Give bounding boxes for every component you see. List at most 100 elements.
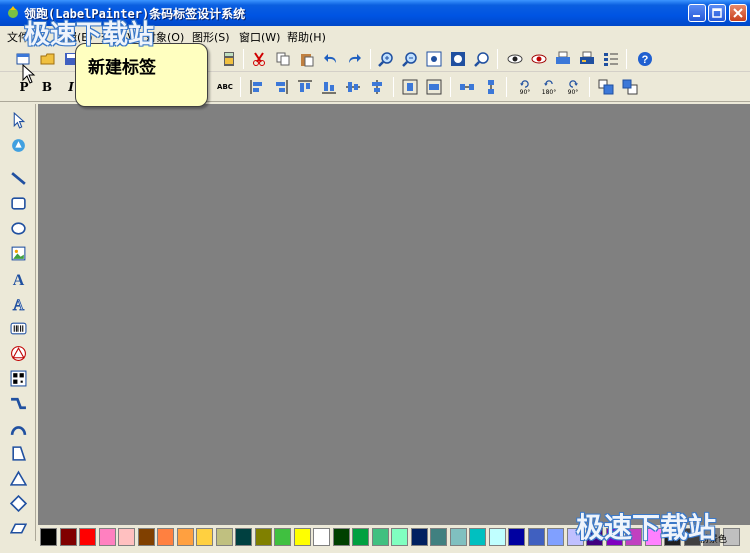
align-left-button[interactable]: [248, 78, 266, 96]
color-swatch[interactable]: [488, 528, 506, 546]
toolbar-separator: [370, 49, 371, 69]
center-vertical-button[interactable]: [425, 78, 443, 96]
undo-button[interactable]: [322, 50, 340, 68]
print-button[interactable]: [554, 50, 572, 68]
align-hcenter-icon: [372, 80, 382, 94]
color-swatch[interactable]: [98, 528, 116, 546]
line-tool[interactable]: [8, 168, 29, 189]
redo-button[interactable]: [345, 50, 363, 68]
menu-window[interactable]: 窗口(W): [235, 27, 284, 45]
bring-front-button[interactable]: [597, 78, 615, 96]
align-top-button[interactable]: [296, 78, 314, 96]
qrcode-tool[interactable]: [8, 368, 29, 389]
zoom-page-button[interactable]: [449, 50, 467, 68]
rotate-arrow-icon: [12, 139, 25, 152]
arc-icon: [10, 426, 27, 436]
zoom-fit-button[interactable]: [425, 50, 443, 68]
rotate-right-90-button[interactable]: 90°: [562, 78, 584, 96]
print-setup-button[interactable]: [578, 50, 596, 68]
color-swatch[interactable]: [40, 528, 57, 546]
zoom-fit-icon: [426, 51, 442, 67]
send-back-button[interactable]: [621, 78, 639, 96]
abc-button[interactable]: ABC: [214, 78, 236, 96]
zoom-in-icon: [378, 52, 393, 67]
paste-button[interactable]: [298, 50, 316, 68]
cut-button[interactable]: [250, 50, 268, 68]
polyline-tool[interactable]: [8, 393, 29, 414]
same-width-button[interactable]: [458, 78, 476, 96]
select-tool[interactable]: [8, 110, 29, 131]
ellipse-tool[interactable]: [8, 218, 29, 239]
rotate-tool[interactable]: [8, 135, 29, 156]
database-button[interactable]: [602, 50, 620, 68]
preview-button[interactable]: [506, 50, 524, 68]
align-right-button[interactable]: [272, 78, 290, 96]
same-width-icon: [460, 84, 474, 90]
menu-help[interactable]: 帮助(H): [283, 27, 330, 45]
rounded-rectangle-icon: [11, 197, 26, 210]
polygon-tool[interactable]: [8, 443, 29, 464]
color-swatch[interactable]: [430, 528, 447, 546]
parallelogram-tool[interactable]: [8, 518, 29, 539]
color-swatch[interactable]: [118, 528, 135, 546]
outline-text-tool[interactable]: A: [8, 293, 29, 314]
close-button[interactable]: [729, 4, 747, 22]
color-swatch[interactable]: [254, 528, 272, 546]
align-hcenter-button[interactable]: [368, 78, 386, 96]
rotate-90-button[interactable]: 90°: [514, 78, 536, 96]
minimize-icon: [693, 15, 700, 17]
rotate-left-icon: [520, 79, 529, 88]
color-swatch[interactable]: [235, 528, 252, 546]
app-icon: [8, 6, 18, 18]
color-swatch[interactable]: [371, 528, 389, 546]
color-swatch[interactable]: [59, 528, 77, 546]
minimize-button[interactable]: [688, 4, 706, 22]
color-swatch[interactable]: [332, 528, 350, 546]
same-height-button[interactable]: [482, 78, 500, 96]
scissors-icon: [253, 52, 265, 66]
color-swatch[interactable]: [196, 528, 213, 546]
color-swatch[interactable]: [176, 528, 194, 546]
copy-button[interactable]: [274, 50, 292, 68]
color-swatch[interactable]: [137, 528, 155, 546]
center-horizontal-button[interactable]: [401, 78, 419, 96]
color-swatch[interactable]: [449, 528, 467, 546]
color-swatch[interactable]: [313, 528, 330, 546]
maximize-button[interactable]: [708, 4, 726, 22]
help-button[interactable]: ?: [636, 50, 654, 68]
toolbar-separator: [243, 49, 244, 69]
rectangle-tool[interactable]: [8, 193, 29, 214]
zoom-in-button[interactable]: [377, 50, 395, 68]
text-tool[interactable]: A: [8, 268, 29, 289]
align-bottom-button[interactable]: [320, 78, 338, 96]
color-swatch[interactable]: [527, 528, 545, 546]
open-button[interactable]: [39, 50, 57, 68]
diamond-tool[interactable]: [8, 493, 29, 514]
color-swatch[interactable]: [410, 528, 428, 546]
zoom-actual-button[interactable]: [473, 50, 491, 68]
calculator-button[interactable]: [220, 50, 238, 68]
image-tool[interactable]: [8, 243, 29, 264]
shape-tool[interactable]: [8, 343, 29, 364]
rotate-180-button[interactable]: 180°: [538, 78, 560, 96]
arc-tool[interactable]: [8, 418, 29, 439]
color-swatch[interactable]: [157, 528, 174, 546]
color-swatch[interactable]: [293, 528, 311, 546]
color-swatch[interactable]: [215, 528, 233, 546]
color-swatch[interactable]: [391, 528, 408, 546]
color-swatch[interactable]: [274, 528, 291, 546]
color-swatch[interactable]: [352, 528, 369, 546]
zoom-out-button[interactable]: [401, 50, 419, 68]
color-swatch[interactable]: [469, 528, 486, 546]
color-swatch[interactable]: [547, 528, 564, 546]
color-swatch[interactable]: [508, 528, 525, 546]
print-preview-button[interactable]: [530, 50, 548, 68]
align-vcenter-button[interactable]: [344, 78, 362, 96]
design-canvas[interactable]: [38, 104, 750, 525]
bring-front-icon: [598, 79, 614, 95]
triangle-tool[interactable]: [8, 468, 29, 489]
color-swatch[interactable]: [79, 528, 96, 546]
barcode-tool[interactable]: [8, 318, 29, 339]
bold-button[interactable]: B: [38, 78, 56, 96]
printer-settings-icon: [580, 51, 594, 64]
